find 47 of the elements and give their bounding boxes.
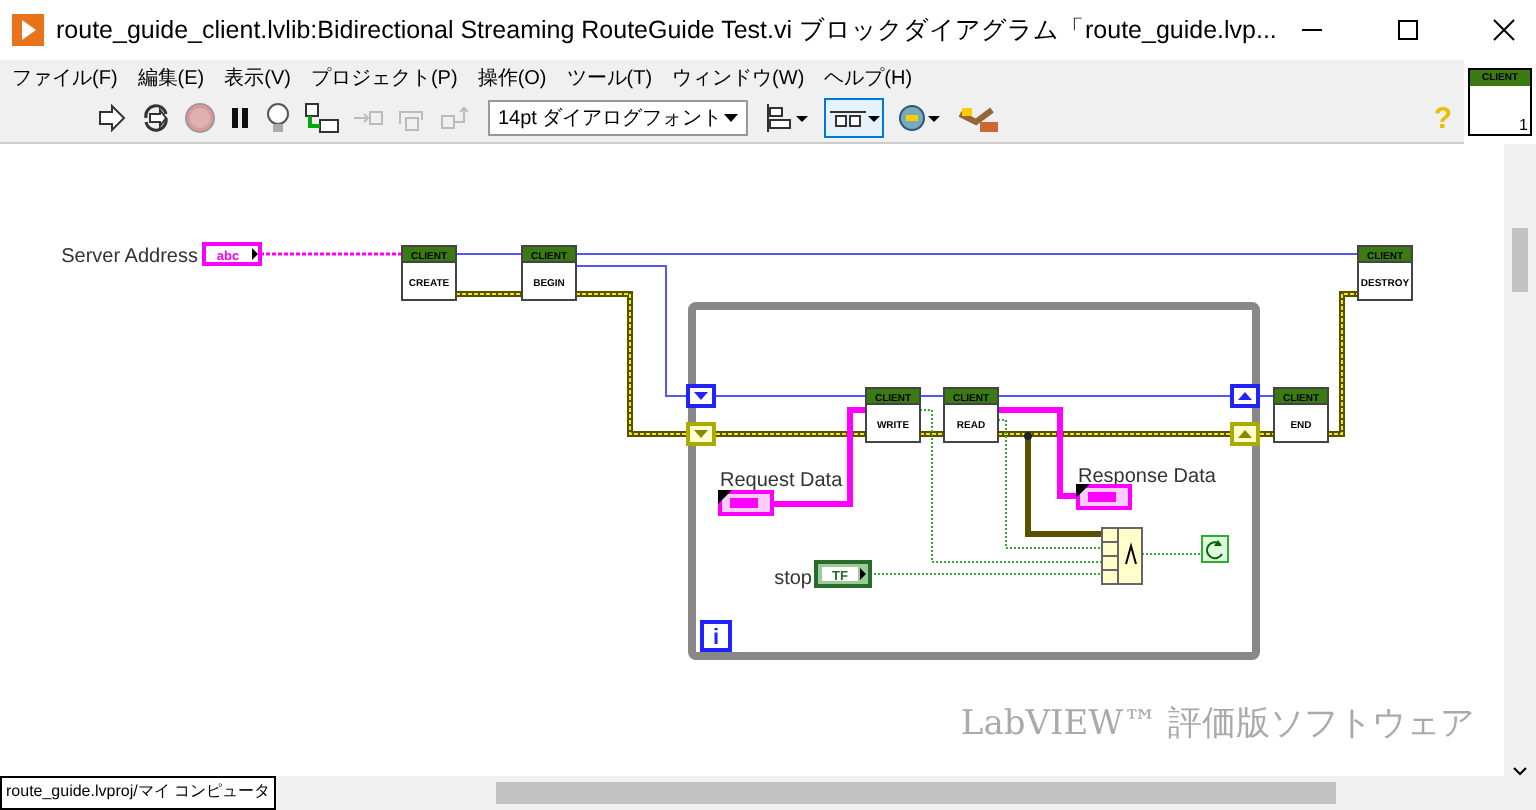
close-icon[interactable] [1492, 18, 1516, 42]
font-dropdown[interactable]: 14pt ダイアログフォント [488, 100, 748, 137]
cluster-terminal [718, 490, 774, 516]
menu-item[interactable]: ヘルプ(H) [824, 63, 913, 92]
run-continuously-icon[interactable] [140, 102, 172, 135]
wire [260, 252, 402, 256]
loop-condition [1201, 535, 1229, 563]
run-arrow-icon[interactable] [96, 104, 128, 133]
project-path: route_guide.lvproj/マイ コンピュータ [0, 776, 277, 810]
vi-icon-label: 1 [1517, 116, 1530, 134]
align-icon[interactable] [764, 102, 812, 135]
terminal-label: Response Data [1078, 466, 1216, 488]
shift-register [686, 384, 716, 408]
menu-item[interactable]: プロジェクト(P) [310, 63, 458, 92]
window-title: route_guide_client.lvlib:Bidirectional Streaming RouteGuide Test.vi ブロックダイアグラム「route_guide.lvp... [56, 13, 1279, 47]
menu-item[interactable]: ツール(T) [566, 63, 653, 92]
menu-item[interactable]: 操作(O) [477, 63, 547, 92]
evaluation-notice: LabVIEW™ 評価版ソフトウェア [960, 704, 1474, 744]
terminal-label: Server Address [61, 246, 198, 268]
probe-icon[interactable] [304, 102, 340, 135]
cluster-terminal [1076, 484, 1132, 510]
distribute-icon[interactable] [824, 98, 884, 139]
lightbulb-icon[interactable] [264, 102, 292, 135]
scroll-thumb[interactable] [1512, 228, 1528, 292]
menu-item[interactable]: ウィンドウ(W) [672, 63, 805, 92]
scroll-down-icon[interactable] [1512, 766, 1528, 776]
iteration-terminal [700, 620, 732, 652]
clean-up-icon[interactable] [956, 102, 1000, 135]
menu-item[interactable]: 編集(E) [137, 63, 205, 92]
compound-and-node [1101, 527, 1143, 585]
terminal-label: Request Data [720, 470, 843, 492]
shift-register [686, 422, 716, 446]
app-icon [12, 14, 44, 46]
shift-register [1230, 384, 1260, 408]
reorder-icon[interactable] [896, 102, 944, 135]
wire-junction [1024, 432, 1032, 440]
terminal-label: stop [774, 568, 812, 590]
menu-item[interactable]: 表示(V) [224, 63, 291, 92]
maximize-icon[interactable] [1396, 18, 1420, 42]
iteration-label: i [712, 626, 720, 650]
shift-register [1230, 422, 1260, 446]
pause-icon[interactable] [228, 104, 252, 133]
scroll-thumb[interactable] [496, 782, 1337, 804]
caret-icon [724, 114, 738, 123]
vertical-scrollbar[interactable] [1504, 144, 1536, 776]
menu-item[interactable]: ファイル(F) [12, 63, 118, 92]
step-out-icon [440, 104, 472, 133]
